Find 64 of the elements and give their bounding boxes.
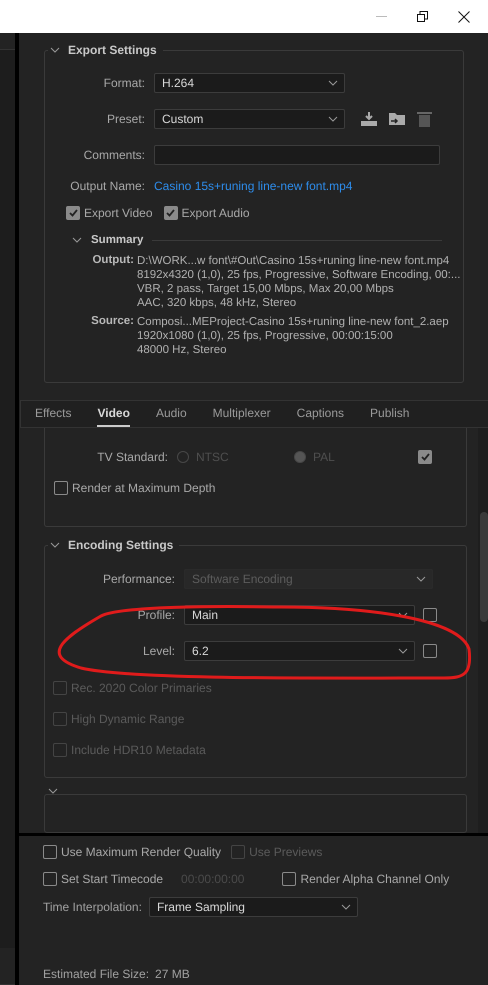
field-label: Profile:: [136, 608, 176, 622]
checkbox[interactable]: Use Maximum Render Quality: [43, 845, 222, 859]
chevron-down-icon[interactable]: [328, 80, 338, 86]
tab[interactable]: Multiplexer: [212, 406, 271, 427]
restore-icon[interactable]: [417, 11, 428, 22]
scrollbar[interactable]: [478, 428, 488, 833]
checkmark-icon: [166, 209, 175, 217]
field-label: Time Interpolation:: [43, 900, 142, 914]
chevron-down-icon[interactable]: [50, 47, 60, 53]
field-label: Estimated File Size:: [43, 967, 150, 981]
tab[interactable]: Captions: [296, 406, 344, 427]
tab[interactable]: Effects: [35, 406, 72, 427]
summary-text: VBR, 2 pass, Target 15,00 Mbps, Max 20,00 Mbps: [137, 282, 395, 296]
field-label: Output Name:: [69, 179, 146, 193]
field-label: Level:: [142, 644, 176, 658]
output-name-link[interactable]: Casino 15s+runing line-new font.mp4: [154, 179, 352, 193]
checkbox[interactable]: Export Audio: [164, 206, 250, 220]
chevron-down-icon[interactable]: [398, 648, 408, 654]
format-dropdown[interactable]: H.264: [154, 73, 345, 93]
summary-text: Composi...MEProject-Casino 15s+runing line-new font_2.aep: [137, 315, 449, 329]
checkbox[interactable]: Export Video: [66, 206, 152, 220]
trash-icon[interactable]: [417, 111, 432, 127]
summary-label: Source:: [90, 315, 135, 327]
field-label: Comments:: [82, 148, 146, 162]
side-panel: [0, 33, 15, 50]
chevron-down-icon[interactable]: [72, 237, 82, 243]
field-label: Format:: [102, 76, 146, 90]
tab[interactable]: Publish: [370, 406, 410, 427]
field-label: Preset:: [106, 112, 146, 126]
tab[interactable]: Audio: [156, 406, 187, 427]
preset-dropdown[interactable]: Custom: [154, 109, 345, 129]
dropdown[interactable]: 6.2: [184, 640, 415, 661]
section-title: Summary: [91, 234, 144, 246]
summary-text: D:\WORK...w font\#Out\Casino 15s+runing line-new font.mp4: [137, 254, 450, 268]
folder-icon[interactable]: [389, 112, 405, 126]
checkbox[interactable]: Render Alpha Channel Only: [282, 872, 450, 886]
checkbox[interactable]: Render at Maximum Depth: [54, 481, 216, 495]
checkmark-icon: [68, 209, 78, 217]
summary-text: 8192x4320 (1,0), 25 fps, Progressive, Software Encoding, 00:...: [137, 268, 460, 282]
section-title: Export Settings: [68, 43, 157, 57]
field-label: TV Standard:: [96, 450, 169, 464]
download-icon[interactable]: [361, 112, 377, 126]
field-label: Performance:: [102, 572, 176, 586]
comments-field[interactable]: [154, 145, 440, 165]
file-size-value: 27 MB: [155, 967, 190, 981]
tab[interactable]: Video: [97, 406, 130, 427]
checkbox[interactable]: [423, 644, 437, 658]
summary-text: 48000 Hz, Stereo: [137, 343, 228, 357]
checkbox[interactable]: Set Start Timecode: [43, 872, 164, 886]
chevron-down-icon[interactable]: [48, 788, 58, 794]
summary-text: AAC, 320 kbps, 48 kHz, Stereo: [137, 296, 298, 310]
checkbox[interactable]: [418, 450, 432, 464]
summary-text: 1920x1080 (1,0), 25 fps, Progressive, 00:00:15:00: [137, 329, 394, 343]
checkmark-icon: [420, 453, 430, 461]
chevron-down-icon[interactable]: [328, 116, 338, 122]
section-title: Encoding Settings: [68, 538, 174, 552]
summary-label: Output:: [91, 254, 135, 266]
side-panel: [0, 948, 15, 985]
time-interpolation-dropdown[interactable]: Frame Sampling: [148, 897, 358, 917]
checkbox[interactable]: [423, 608, 437, 622]
chevron-down-icon[interactable]: [398, 612, 408, 618]
close-icon[interactable]: [458, 10, 470, 22]
chevron-down-icon[interactable]: [50, 542, 60, 548]
chevron-down-icon[interactable]: [340, 904, 351, 910]
